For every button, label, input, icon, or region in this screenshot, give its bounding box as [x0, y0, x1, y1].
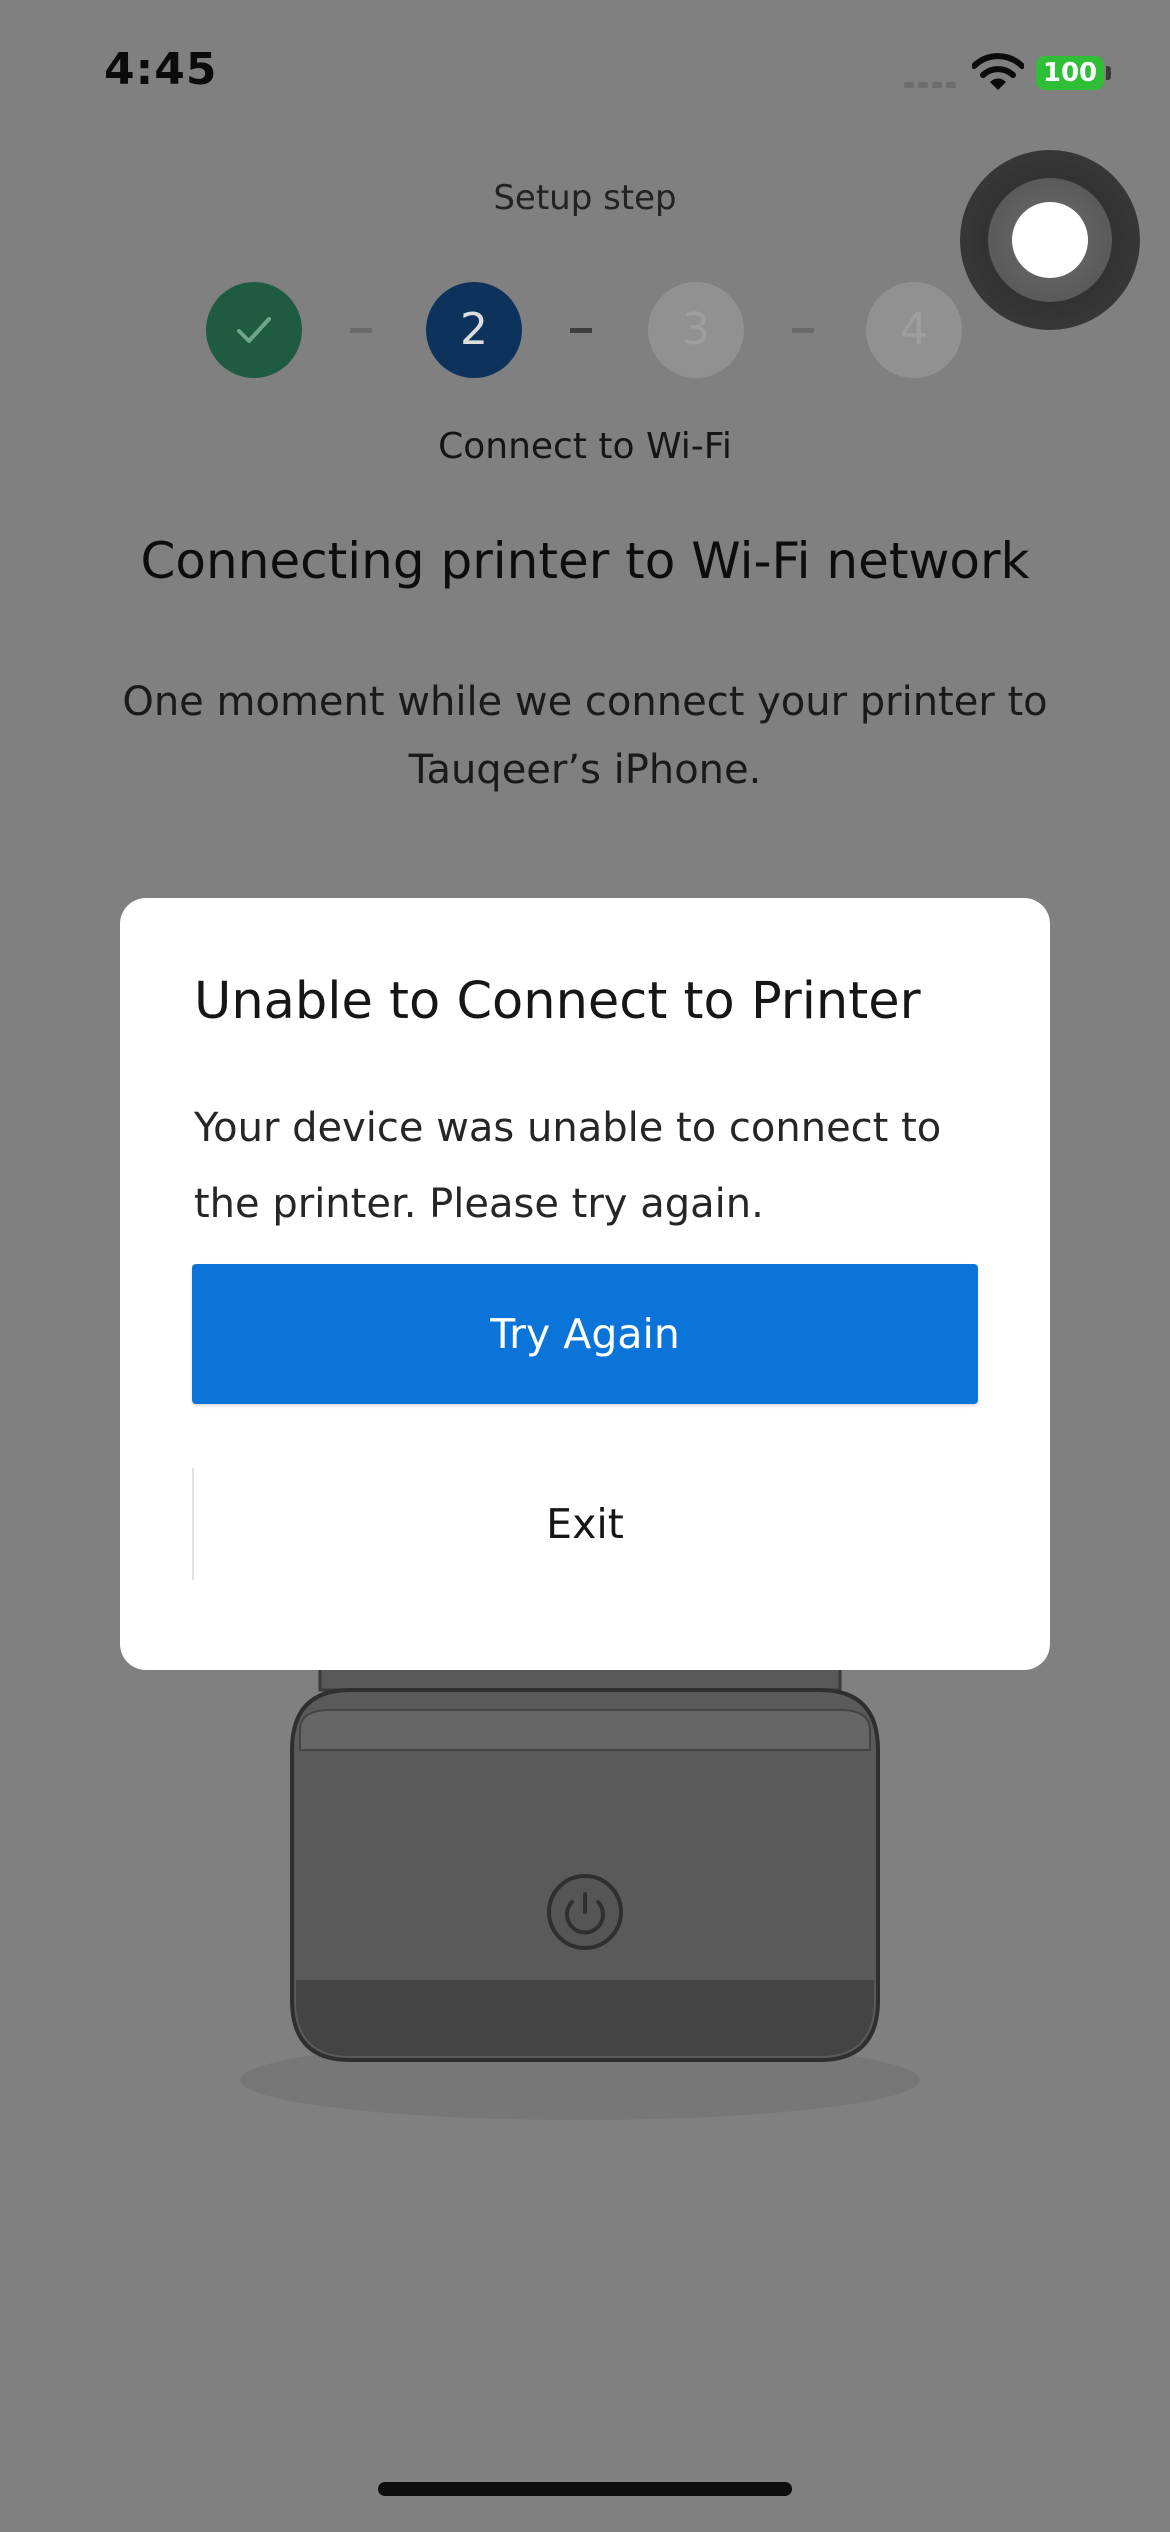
- app-screen: 4:45 100 Setup step 2 3 4 Connect to Wi-…: [0, 0, 1170, 2532]
- cellular-signal-icon: [904, 82, 956, 88]
- step-connector: [350, 328, 372, 333]
- error-dialog: Unable to Connect to Printer Your device…: [120, 898, 1050, 1670]
- exit-button-label: Exit: [546, 1500, 624, 1548]
- try-again-button[interactable]: Try Again: [192, 1264, 978, 1404]
- status-time: 4:45: [104, 44, 218, 95]
- page-heading: Connecting printer to Wi-Fi network: [140, 532, 1030, 590]
- step-4-upcoming: 4: [866, 282, 962, 378]
- exit-button[interactable]: Exit: [192, 1468, 978, 1580]
- dialog-title: Unable to Connect to Printer: [194, 972, 921, 1031]
- step-3-upcoming: 3: [648, 282, 744, 378]
- exit-focus-indicator: [192, 1468, 194, 1580]
- assistive-touch-icon: [1012, 202, 1088, 278]
- battery-level: 100: [1036, 56, 1104, 90]
- dialog-message: Your device was unable to connect to the…: [194, 1105, 942, 1227]
- step-2-current: 2: [426, 282, 522, 378]
- status-bar: 4:45 100: [0, 0, 1170, 150]
- step-connector: [792, 328, 814, 333]
- checkmark-icon: [237, 317, 271, 343]
- page-description: One moment while we connect your printer…: [122, 679, 1048, 793]
- home-indicator[interactable]: [378, 2482, 792, 2496]
- wifi-icon: [972, 53, 1024, 90]
- step-connector: [570, 328, 592, 333]
- assistive-touch-button[interactable]: [960, 150, 1140, 330]
- step-1-complete: [206, 282, 302, 378]
- current-step-label: Connect to Wi-Fi: [438, 426, 732, 467]
- battery-tip: [1106, 66, 1111, 80]
